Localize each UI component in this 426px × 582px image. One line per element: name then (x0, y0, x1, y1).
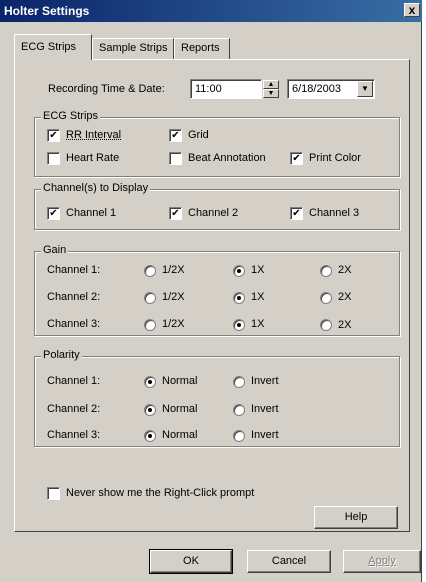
apply-button-label: Apply (368, 555, 396, 567)
tab-ecg-strips[interactable]: ECG Strips (14, 34, 92, 60)
polarity-ch2-invert-radio[interactable] (233, 404, 245, 416)
gain-option-label[interactable]: 1/2X (162, 318, 185, 330)
time-field[interactable]: 11:00 (190, 79, 262, 99)
tab-sample-strips[interactable]: Sample Strips (92, 38, 174, 59)
ecg-strips-group: ECG Strips (34, 110, 400, 177)
spin-down-icon[interactable]: ▼ (263, 89, 279, 98)
polarity-ch3-normal-radio[interactable] (144, 430, 156, 442)
grid-checkbox[interactable]: ✔ (169, 129, 182, 142)
close-button[interactable]: x (404, 3, 420, 17)
tab-label: ECG Strips (21, 41, 77, 53)
cancel-button-label: Cancel (271, 555, 307, 567)
check-icon: ✔ (292, 153, 301, 164)
polarity-ch1-invert-radio[interactable] (233, 376, 245, 388)
polarity-ch3-invert-radio[interactable] (233, 430, 245, 442)
tab-label: Sample Strips (99, 42, 168, 54)
gain-ch1-1x-radio[interactable] (233, 265, 245, 277)
gain-ch3-2x-radio[interactable] (320, 319, 332, 331)
tab-reports[interactable]: Reports (174, 38, 230, 59)
channel-2-label[interactable]: Channel 2 (188, 207, 238, 219)
beat-annotation-checkbox[interactable] (169, 152, 182, 165)
gain-ch3-1x-radio[interactable] (233, 319, 245, 331)
rr-interval-label[interactable]: RR Interval (66, 129, 121, 141)
gain-option-label[interactable]: 2X (338, 291, 351, 303)
channel-2-checkbox[interactable]: ✔ (169, 207, 182, 220)
gain-ch1-half-radio[interactable] (144, 265, 156, 277)
help-button-label: Help (344, 511, 368, 523)
never-show-label[interactable]: Never show me the Right-Click prompt (66, 487, 254, 499)
spin-up-icon[interactable]: ▲ (263, 80, 279, 89)
polarity-option-label[interactable]: Normal (162, 403, 197, 415)
apply-button[interactable]: Apply (343, 550, 421, 573)
polarity-ch1-normal-radio[interactable] (144, 376, 156, 388)
channel-1-label[interactable]: Channel 1 (66, 207, 116, 219)
date-dropdown-button[interactable]: ▼ (357, 81, 373, 97)
gain-channel-1-label: Channel 1: (47, 264, 101, 276)
window-title: Holter Settings (4, 4, 90, 18)
check-icon: ✔ (49, 208, 58, 219)
polarity-legend: Polarity (41, 349, 82, 361)
gain-channel-3-label: Channel 3: (47, 318, 101, 330)
gain-ch2-half-radio[interactable] (144, 292, 156, 304)
polarity-ch2-normal-radio[interactable] (144, 404, 156, 416)
gain-ch2-2x-radio[interactable] (320, 292, 332, 304)
cancel-button[interactable]: Cancel (247, 550, 331, 573)
grid-label[interactable]: Grid (188, 129, 209, 141)
gain-option-label[interactable]: 2X (338, 319, 351, 331)
close-icon: x (408, 3, 416, 17)
channel-3-checkbox[interactable]: ✔ (290, 207, 303, 220)
polarity-option-label[interactable]: Invert (251, 375, 279, 387)
heart-rate-label[interactable]: Heart Rate (66, 152, 119, 164)
check-icon: ✔ (49, 130, 58, 141)
polarity-option-label[interactable]: Invert (251, 403, 279, 415)
check-icon: ✔ (171, 208, 180, 219)
polarity-option-label[interactable]: Normal (162, 375, 197, 387)
ok-button[interactable]: OK (149, 549, 233, 574)
gain-option-label[interactable]: 2X (338, 264, 351, 276)
rr-interval-checkbox[interactable]: ✔ (47, 129, 60, 142)
time-spinner[interactable]: ▲ ▼ (263, 80, 279, 98)
recording-label: Recording Time & Date: (48, 83, 165, 95)
ecg-strips-legend: ECG Strips (41, 110, 101, 122)
time-value: 11:00 (195, 83, 222, 95)
channel-3-label[interactable]: Channel 3 (309, 207, 359, 219)
gain-ch1-2x-radio[interactable] (320, 265, 332, 277)
print-color-checkbox[interactable]: ✔ (290, 152, 303, 165)
polarity-option-label[interactable]: Normal (162, 429, 197, 441)
check-icon: ✔ (171, 130, 180, 141)
check-icon: ✔ (292, 208, 301, 219)
polarity-option-label[interactable]: Invert (251, 429, 279, 441)
tab-label: Reports (181, 42, 220, 54)
print-color-label[interactable]: Print Color (309, 152, 361, 164)
help-button[interactable]: Help (314, 506, 398, 529)
beat-annotation-label[interactable]: Beat Annotation (188, 152, 266, 164)
polarity-channel-3-label: Channel 3: (47, 429, 101, 441)
date-value: 6/18/2003 (292, 83, 341, 95)
gain-option-label[interactable]: 1X (251, 291, 264, 303)
gain-option-label[interactable]: 1X (251, 318, 264, 330)
ok-button-label: OK (183, 555, 199, 567)
channel-1-checkbox[interactable]: ✔ (47, 207, 60, 220)
gain-ch2-1x-radio[interactable] (233, 292, 245, 304)
holter-settings-dialog: Holter Settings x ECG Strips Sample Stri… (0, 0, 422, 582)
title-bar: Holter Settings x (0, 0, 422, 22)
channels-display-legend: Channel(s) to Display (41, 182, 151, 194)
heart-rate-checkbox[interactable] (47, 152, 60, 165)
polarity-channel-2-label: Channel 2: (47, 403, 101, 415)
polarity-channel-1-label: Channel 1: (47, 375, 101, 387)
gain-ch3-half-radio[interactable] (144, 319, 156, 331)
gain-legend: Gain (41, 244, 69, 256)
dropdown-arrow-icon: ▼ (361, 84, 369, 93)
gain-channel-2-label: Channel 2: (47, 291, 101, 303)
never-show-checkbox[interactable] (47, 487, 60, 500)
gain-option-label[interactable]: 1/2X (162, 291, 185, 303)
gain-option-label[interactable]: 1X (251, 264, 264, 276)
gain-option-label[interactable]: 1/2X (162, 264, 185, 276)
